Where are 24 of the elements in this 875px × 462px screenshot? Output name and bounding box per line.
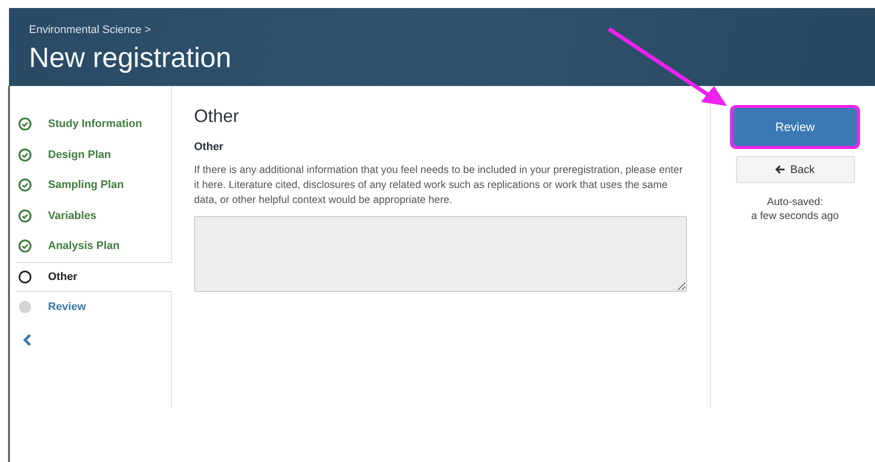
- page-title: New registration: [29, 42, 232, 74]
- check-circle-icon: [18, 239, 32, 254]
- step-item[interactable]: Analysis Plan: [10, 231, 171, 262]
- check-circle-icon: [18, 208, 32, 223]
- ring-icon: [18, 270, 32, 284]
- check-circle-icon: [18, 117, 32, 132]
- step-item[interactable]: Review: [10, 292, 171, 322]
- collapse-chevron-icon[interactable]: [22, 332, 32, 346]
- autosave-status: Auto-saved: a few seconds ago: [751, 195, 839, 223]
- check-circle-icon: [18, 178, 32, 192]
- step-item[interactable]: Variables: [10, 200, 171, 231]
- step-item[interactable]: Sampling Plan: [10, 170, 171, 200]
- field-label: Other: [194, 141, 224, 153]
- step-item[interactable]: Other: [16, 262, 172, 292]
- help-text: If there is any additional information that you feel needs to be included in your preregistration, please enter it here. Literature cited, disclosures of any related work such as replications or work that uses the same data, or other helpful context would be appropriate here.: [194, 164, 684, 208]
- step-item[interactable]: Design Plan: [10, 140, 171, 170]
- section-heading: Other: [194, 106, 240, 127]
- step-item[interactable]: Study Information: [10, 109, 171, 140]
- review-button[interactable]: Review: [733, 108, 857, 146]
- check-circle-icon: [18, 148, 32, 162]
- dot-icon: [18, 300, 32, 314]
- back-button[interactable]: Back: [736, 156, 854, 183]
- breadcrumb-link[interactable]: Environmental Science >: [29, 24, 151, 36]
- left-arrow-icon: [775, 165, 786, 174]
